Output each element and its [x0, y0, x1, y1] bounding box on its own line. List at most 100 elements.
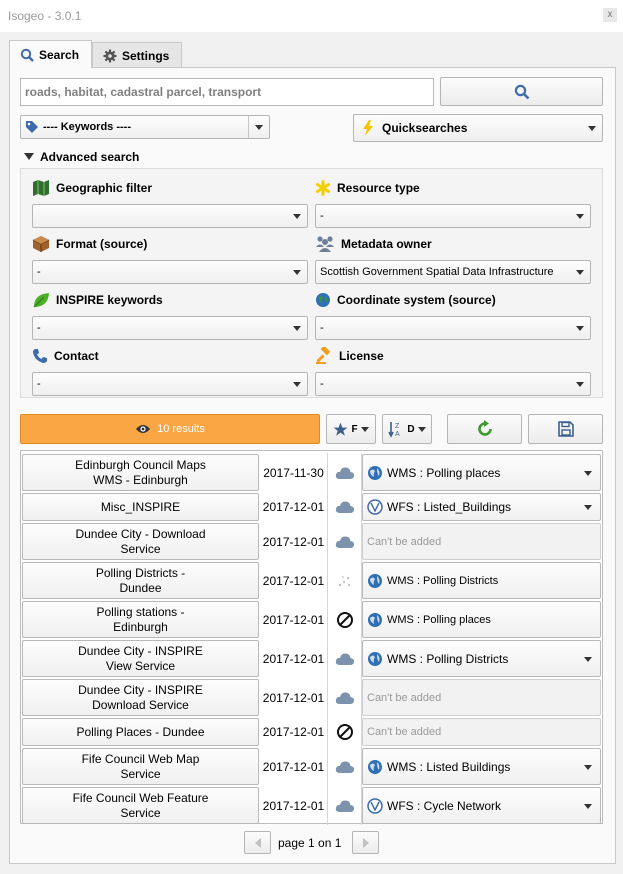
- result-title-button[interactable]: Dundee City - INSPIRE View Service: [22, 640, 259, 677]
- add-service-combo[interactable]: WMS : Polling places: [362, 454, 601, 491]
- service-label: WFS : Listed_Buildings: [387, 500, 512, 514]
- wms-globe-icon: [367, 612, 383, 628]
- svg-text:Z: Z: [395, 423, 400, 430]
- filter-label-metadata-owner: Metadata owner: [315, 235, 432, 253]
- contact-combo[interactable]: -: [32, 372, 308, 396]
- floppy-disk-icon: [557, 421, 574, 437]
- window-titlebar: Isogeo - 3.0.1 x: [0, 0, 623, 32]
- filter-coordinate-system-text: Coordinate system (source): [337, 293, 496, 307]
- result-title-button[interactable]: Misc_INSPIRE: [22, 493, 259, 521]
- filter-format-text: Format (source): [56, 237, 148, 251]
- table-row: Fife Council Web Map Service 2017-12-01 WM…: [21, 747, 602, 786]
- map-icon: [33, 180, 49, 196]
- cloud-icon: [327, 522, 362, 561]
- result-title-button[interactable]: Dundee City - INSPIRE Download Service: [22, 679, 259, 716]
- filter-label-coordinate-system: Coordinate system (source): [315, 291, 496, 309]
- add-service-combo[interactable]: WMS : Polling Districts: [362, 562, 601, 599]
- tab-settings[interactable]: Settings: [92, 42, 182, 68]
- service-label: Can't be added: [367, 535, 442, 548]
- format-combo[interactable]: -: [32, 260, 308, 284]
- search-icon: [514, 84, 529, 99]
- tab-settings-label: Settings: [122, 48, 170, 63]
- chevron-down-icon: [360, 426, 369, 432]
- service-label: WMS : Polling Districts: [387, 651, 509, 666]
- cloud-icon: [327, 747, 362, 786]
- no-entry-icon: [327, 717, 362, 747]
- next-page-button[interactable]: [352, 831, 379, 854]
- result-date: 2017-12-01: [262, 725, 325, 739]
- sort-order-button[interactable]: ZA D: [382, 414, 432, 444]
- geographic-filter-combo[interactable]: [32, 204, 308, 228]
- no-entry-icon: [327, 600, 362, 639]
- sort-alpha-icon: ZA: [388, 422, 400, 438]
- result-title-button[interactable]: Polling stations - Edinburgh: [22, 601, 259, 638]
- filter-geographic-text: Geographic filter: [56, 181, 153, 195]
- chevron-down-icon: [584, 470, 592, 476]
- result-title-button[interactable]: Polling Districts - Dundee: [22, 562, 259, 599]
- chevron-down-icon: [584, 803, 592, 809]
- add-service-combo[interactable]: WMS : Polling Districts: [362, 640, 601, 677]
- inspire-keywords-combo[interactable]: -: [32, 316, 308, 340]
- save-search-button[interactable]: [528, 414, 603, 444]
- tab-search-label: Search: [39, 47, 80, 62]
- resource-type-value: -: [320, 210, 324, 222]
- add-service-combo[interactable]: WMS : Polling places: [362, 601, 601, 638]
- add-service-combo[interactable]: WMS : Listed Buildings: [362, 748, 601, 785]
- refresh-icon: [477, 420, 492, 436]
- table-row: Dundee City - Download Service 2017-12-01…: [21, 522, 602, 561]
- service-unavailable-label: Can't be added: [362, 718, 601, 746]
- license-combo[interactable]: -: [315, 372, 591, 396]
- wfs-icon: [367, 797, 383, 814]
- wms-globe-icon: [367, 573, 383, 589]
- service-label: Can't be added: [367, 726, 442, 738]
- search-input[interactable]: roads, habitat, cadastral parcel, transp…: [20, 78, 434, 106]
- star-icon: [334, 422, 348, 436]
- eye-icon: [136, 425, 151, 433]
- show-results-button[interactable]: 10 results: [20, 414, 320, 444]
- tag-icon: [26, 121, 38, 133]
- quicksearches-combo[interactable]: Quicksearches: [353, 114, 603, 142]
- wms-globe-icon: [367, 759, 383, 775]
- service-label: WMS : Polling places: [387, 613, 491, 626]
- add-service-combo[interactable]: WFS : Cycle Network: [362, 787, 601, 824]
- chevron-down-icon: [584, 656, 592, 662]
- resource-type-combo[interactable]: -: [315, 204, 591, 228]
- coordinate-system-combo[interactable]: -: [315, 316, 591, 340]
- close-button[interactable]: x: [603, 8, 617, 22]
- keywords-dropdown-toggle[interactable]: [248, 116, 269, 138]
- filter-resource-type-text: Resource type: [337, 181, 420, 195]
- keywords-value: ---- Keywords ----: [43, 121, 131, 133]
- wfs-icon: [367, 499, 383, 515]
- table-row: Polling Districts - Dundee 2017-12-01 WMS …: [21, 561, 602, 600]
- result-date: 2017-12-01: [262, 573, 325, 588]
- table-row: Dundee City - INSPIRE View Service 2017-1…: [21, 639, 602, 678]
- search-placeholder: roads, habitat, cadastral parcel, transp…: [25, 85, 262, 99]
- metadata-owner-combo[interactable]: Scottish Government Spatial Data Infrast…: [315, 260, 591, 284]
- keywords-combo[interactable]: ---- Keywords ----: [20, 115, 270, 139]
- result-title-button[interactable]: Edinburgh Council Maps WMS - Edinburgh: [22, 454, 259, 491]
- search-button[interactable]: [440, 77, 603, 106]
- table-row: Misc_INSPIRE 2017-12-01 WFS : Listed_Build…: [21, 492, 602, 522]
- chevron-right-icon: [362, 837, 369, 848]
- previous-page-button[interactable]: [244, 831, 271, 854]
- lightning-icon: [363, 120, 373, 136]
- result-title-button[interactable]: Polling Places - Dundee: [22, 718, 259, 746]
- sort-owner-button[interactable]: F: [326, 414, 376, 444]
- filter-license-text: License: [339, 349, 384, 363]
- leaf-icon: [33, 293, 49, 308]
- result-title-button[interactable]: Fife Council Web Map Service: [22, 748, 259, 785]
- cloud-icon: [327, 492, 362, 522]
- svg-text:A: A: [395, 431, 400, 438]
- license-value: -: [320, 378, 324, 390]
- result-title-button[interactable]: Dundee City - Download Service: [22, 523, 259, 560]
- wms-globe-icon: [367, 651, 383, 667]
- tab-search[interactable]: Search: [9, 40, 92, 68]
- reset-button[interactable]: [447, 414, 522, 444]
- phone-icon: [33, 349, 47, 363]
- advanced-search-toggle[interactable]: Advanced search: [24, 150, 139, 164]
- group-icon: [316, 236, 334, 252]
- filter-label-geographic: Geographic filter: [32, 179, 152, 197]
- add-service-combo[interactable]: WFS : Listed_Buildings: [362, 493, 601, 521]
- result-title-button[interactable]: Fife Council Web Feature Service: [22, 787, 259, 824]
- chevron-down-icon: [584, 764, 592, 770]
